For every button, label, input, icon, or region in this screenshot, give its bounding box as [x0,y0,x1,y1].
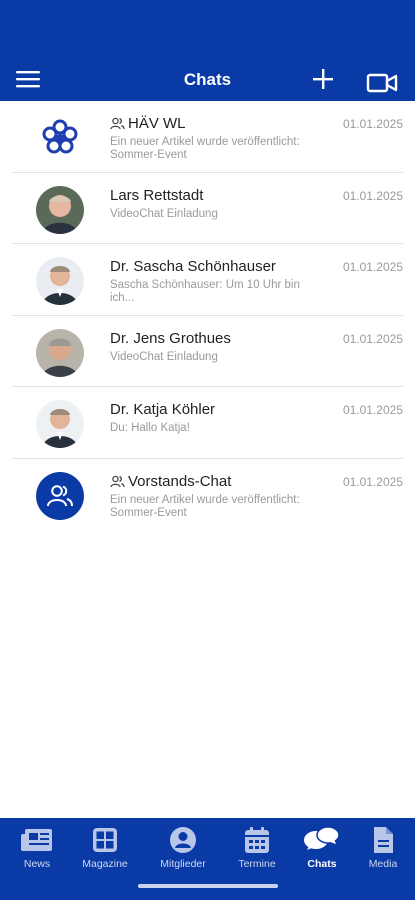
video-camera-icon [366,73,398,93]
group-avatar-icon [47,484,73,506]
nav-item-termine[interactable]: Termine [222,826,292,870]
chat-date: 01.01.2025 [342,260,403,274]
person-photo [36,400,84,448]
chat-date: 01.01.2025 [342,403,403,417]
group-icon [110,475,125,488]
document-icon [374,827,393,853]
nav-item-news[interactable]: News [2,826,72,870]
avatar [36,328,84,377]
chat-name: Lars Rettstadt [110,186,204,204]
person-photo [36,257,84,305]
chat-name: Dr. Jens Grothues [110,329,231,347]
avatar [36,257,84,305]
avatar [36,185,84,234]
chat-list: HÄV WL Ein neuer Artikel wurde veröffent… [0,101,415,530]
nav-label: News [23,858,51,870]
avatar [36,114,84,162]
chat-name: Dr. Sascha Schönhauser [110,258,276,275]
nav-item-magazine[interactable]: Magazine [70,826,140,870]
video-call-button[interactable] [364,68,400,98]
chat-name: Vorstands-Chat [128,472,232,490]
chat-row[interactable]: Dr. Katja Köhler Du: Hallo Katja! 01.01.… [12,387,403,459]
chat-preview: VideoChat Einladung [110,207,218,220]
person-photo [36,185,84,234]
chat-preview: Sascha Schönhauser: Um 10 Uhr bin ich... [110,279,300,304]
home-indicator [138,884,278,888]
grid-icon [93,828,117,852]
app-bar: Chats [0,0,415,101]
chat-date: 01.01.2025 [342,117,403,131]
chat-row[interactable]: Dr. Sascha Schönhauser Sascha Schönhause… [12,244,403,316]
nav-label: Mitglieder [160,858,206,870]
hav-logo-icon [42,119,78,154]
chat-name: HÄV WL [128,115,186,132]
chat-row[interactable]: HÄV WL Ein neuer Artikel wurde veröffent… [12,101,403,173]
chat-name: Dr. Katja Köhler [110,401,216,418]
calendar-icon [245,827,269,853]
person-photo [36,328,84,377]
nav-item-mitglieder[interactable]: Mitglieder [148,826,218,870]
chat-preview: Ein neuer Artikel wurde veröffentlicht: … [110,493,300,519]
chat-preview: Ein neuer Artikel wurde veröffentlicht: … [110,136,300,161]
nav-label: Termine [238,858,276,870]
person-circle-icon [170,827,196,853]
chat-date: 01.01.2025 [342,474,403,489]
bottom-navigation: News Magazine Mitglieder Termine Chats M… [0,818,415,900]
nav-label: Magazine [82,858,128,870]
chat-bubbles-icon [304,826,340,850]
chat-row[interactable]: Lars Rettstadt VideoChat Einladung 01.01… [12,173,403,244]
chat-date: 01.01.2025 [342,331,403,346]
nav-item-media[interactable]: Media [348,826,415,870]
new-chat-button[interactable] [308,64,338,94]
chat-preview: VideoChat Einladung [110,350,218,363]
newspaper-icon [21,829,52,851]
avatar [36,471,84,520]
group-icon [110,117,125,130]
nav-item-chats[interactable]: Chats [287,826,357,870]
plus-icon [313,69,333,89]
chat-row[interactable]: Vorstands-Chat Ein neuer Artikel wurde v… [12,459,403,531]
avatar [36,400,84,448]
chat-row[interactable]: Dr. Jens Grothues VideoChat Einladung 01… [12,316,403,387]
nav-label: Media [368,858,398,870]
chat-preview: Du: Hallo Katja! [110,422,190,434]
nav-label: Chats [307,858,337,870]
chat-date: 01.01.2025 [342,188,403,203]
page-title: Chats [183,70,232,89]
